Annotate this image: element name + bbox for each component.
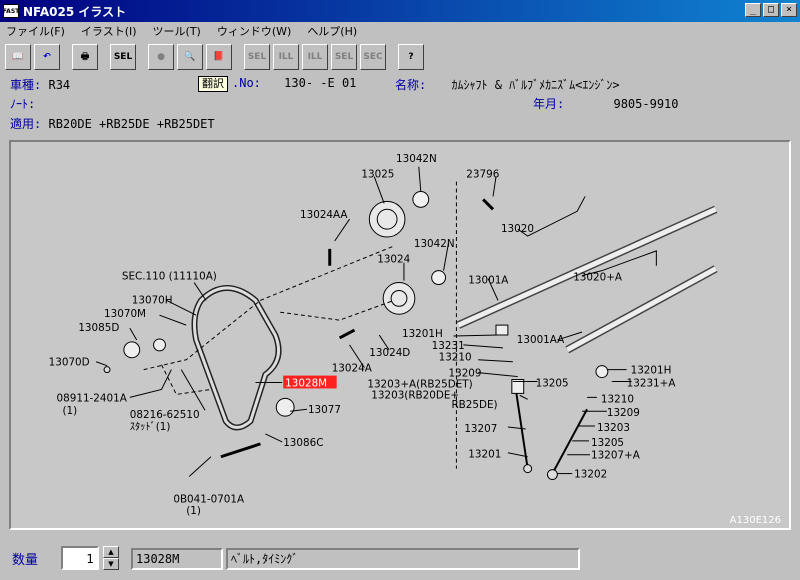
menu-bar: ファイル(F) イラスト(I) ツール(T) ウィンドウ(W) ヘルプ(H) — [0, 22, 800, 40]
diagram-label[interactable]: 13205 — [536, 377, 569, 389]
menu-help[interactable]: ヘルプ(H) — [307, 23, 357, 39]
name-label: 名称: — [395, 78, 427, 92]
diagram-label[interactable]: 08911-2401A — [57, 392, 128, 404]
ill-next-icon[interactable]: ILL — [302, 44, 328, 70]
part-number-field: 13028M — [131, 548, 223, 570]
diagram-label[interactable]: 13207+A — [591, 450, 641, 462]
bottom-bar: 数量 1 ▲ ▼ 13028M ﾍﾞﾙﾄ,ﾀｲﾐﾝｸﾞ — [0, 540, 800, 580]
diagram-label[interactable]: 23796 — [466, 169, 499, 181]
parts-diagram: 13042N 13025 23796 13024AA 13020 13042N … — [49, 153, 718, 517]
ill-no-value: 130- -E 01 — [284, 76, 357, 90]
diagram-label[interactable]: 13024AA — [300, 209, 348, 221]
menu-window[interactable]: ウィンドウ(W) — [217, 23, 291, 39]
diagram-label[interactable]: 13070H — [132, 294, 173, 306]
diagram-label[interactable]: 0B041-0701A — [173, 493, 245, 505]
magnifier-icon[interactable]: 🔍 — [177, 44, 203, 70]
diagram-label[interactable]: 13231 — [432, 340, 465, 352]
diagram-label[interactable]: 13207 — [464, 423, 497, 435]
diagram-label[interactable]: 13024 — [377, 254, 410, 266]
diagram-label[interactable]: 13070M — [104, 308, 146, 320]
diagram-label[interactable]: 13001AA — [517, 334, 565, 346]
diagram-labels: 13042N 13025 23796 13024AA 13020 13042N … — [49, 153, 677, 517]
circle-icon[interactable]: ● — [148, 44, 174, 70]
diagram-label[interactable]: 13202 — [574, 469, 607, 481]
close-button[interactable]: × — [781, 3, 797, 17]
diagram-label[interactable]: ｽﾀｯﾄﾞ(1) — [130, 421, 171, 433]
diagram-label[interactable]: 13209 — [607, 407, 640, 419]
diagram-label[interactable]: 13042N — [414, 238, 455, 250]
quantity-input[interactable]: 1 — [61, 546, 99, 570]
year-value: 9805-9910 — [613, 97, 679, 111]
year-label: 年月: — [533, 97, 565, 111]
minimize-button[interactable]: _ — [745, 3, 761, 17]
diagram-label[interactable]: 13025 — [361, 169, 394, 181]
note-label: ﾉｰﾄ: — [10, 97, 36, 111]
car-value: R34 — [48, 78, 71, 92]
menu-file[interactable]: ファイル(F) — [6, 23, 65, 39]
print-icon[interactable]: 🖶 — [72, 44, 98, 70]
diagram-label[interactable]: 13201 — [468, 449, 501, 461]
diagram-label[interactable]: 13077 — [308, 404, 341, 416]
sel-list-icon[interactable]: SEL — [244, 44, 270, 70]
diagram-label[interactable]: 13201H — [631, 365, 672, 377]
diagram-label[interactable]: 13231+A — [627, 377, 677, 389]
highlighted-part-label[interactable]: 13028M — [285, 377, 327, 389]
name-value: ｶﾑｼｬﾌﾄ & ﾊﾞﾙﾌﾞﾒｶﾆｽﾞﾑ<ｴﾝｼﾞﾝ> — [451, 78, 620, 92]
help-icon[interactable]: ? — [398, 44, 424, 70]
diagram-label[interactable]: 13203 — [597, 422, 630, 434]
diagram-label[interactable]: 13070D — [49, 357, 90, 369]
diagram-label[interactable]: 13024D — [369, 347, 410, 359]
tooltip: 翻訳 — [198, 76, 228, 92]
car-label: 車種: — [10, 78, 42, 92]
menu-illustration[interactable]: イラスト(I) — [81, 23, 137, 39]
menu-tools[interactable]: ツール(T) — [153, 23, 201, 39]
maximize-button[interactable]: □ — [763, 3, 779, 17]
window-title: NFA025 イラスト — [23, 4, 127, 19]
undo-icon[interactable]: ↶ — [34, 44, 60, 70]
toolbar: 📖 ↶ 🖶 SEL ● 🔍 📕 SEL ILL ILL SEL SEC ? — [0, 42, 800, 72]
spin-down-button[interactable]: ▼ — [103, 558, 119, 570]
part-name-field: ﾍﾞﾙﾄ,ﾀｲﾐﾝｸﾞ — [226, 548, 580, 570]
sec-icon[interactable]: SEC — [360, 44, 386, 70]
translate-book-icon[interactable]: 📕 — [206, 44, 232, 70]
ill-prev-icon[interactable]: ILL — [273, 44, 299, 70]
diagram-label[interactable]: RB25DE) — [451, 399, 497, 411]
ill-no-label: .No: — [232, 76, 261, 90]
sel-next-icon[interactable]: SEL — [331, 44, 357, 70]
diagram-label[interactable]: 13086C — [283, 437, 323, 449]
diagram-label[interactable]: 08216-62510 — [130, 409, 200, 421]
select-icon[interactable]: SEL — [110, 44, 136, 70]
apply-value: RB20DE +RB25DE +RB25DET — [48, 117, 215, 131]
illustration-canvas[interactable]: 13042N 13025 23796 13024AA 13020 13042N … — [9, 140, 791, 530]
diagram-label[interactable]: 13024A — [332, 363, 373, 375]
diagram-label[interactable]: 13210 — [601, 393, 634, 405]
diagram-label[interactable]: 13020+A — [573, 272, 623, 284]
apply-label: 適用: — [10, 117, 42, 131]
quantity-label: 数量 — [12, 553, 39, 568]
spin-up-button[interactable]: ▲ — [103, 546, 119, 558]
diagram-label[interactable]: 13201H — [402, 328, 443, 340]
diagram-label[interactable]: 13001A — [468, 275, 509, 287]
diagram-label[interactable]: 13020 — [501, 223, 534, 235]
app-icon: FAST — [3, 4, 19, 18]
title-bar: FAST NFA025 イラスト _ □ × — [0, 0, 800, 22]
diagram-label[interactable]: 13205 — [591, 437, 624, 449]
diagram-label[interactable]: (1) — [186, 505, 201, 517]
diagram-label[interactable]: SEC.110 (11110A) — [122, 271, 217, 283]
diagram-label[interactable]: 13203(RB20DE+ — [371, 389, 459, 401]
diagram-label[interactable]: 13085D — [78, 322, 119, 334]
illustration-ref-id: A130E126 — [729, 515, 781, 526]
diagram-label[interactable]: 13042N — [396, 153, 437, 165]
book-icon[interactable]: 📖 — [5, 44, 31, 70]
diagram-label[interactable]: 13210 — [439, 352, 472, 364]
diagram-label[interactable]: (1) — [62, 405, 77, 417]
